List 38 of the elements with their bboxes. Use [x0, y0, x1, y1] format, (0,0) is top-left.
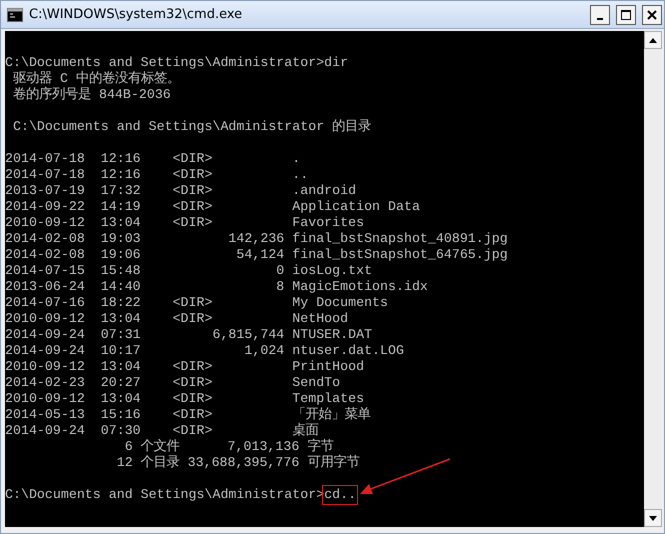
window-title: C:\WINDOWS\system32\cmd.exe: [29, 6, 244, 24]
console-line: 2014-07-15 15:48 0 iosLog.txt: [5, 263, 372, 279]
console-line: 12 个目录 33,688,395,776 可用字节: [116, 455, 360, 471]
console-line: 2014-09-24 07:30 <DIR> 桌面: [5, 423, 318, 438]
console-line: C:\Documents and Settings\Administrator 的目录: [12, 119, 372, 135]
up-arrow-icon: [649, 38, 657, 42]
console-line: 2010-09-12 13:04 <DIR> NetHood: [5, 311, 348, 327]
close-icon: [647, 10, 657, 20]
console-line: 2014-05-13 15:16 <DIR> 「开始」菜单: [5, 407, 370, 422]
console-line: 2014-07-18 12:16 <DIR> .: [5, 151, 300, 167]
close-button[interactable]: [642, 4, 662, 24]
console-line: 2014-07-16 18:22 <DIR> My Documents: [5, 295, 388, 311]
console-line: 2014-09-22 14:19 <DIR> Application Data: [5, 199, 420, 215]
down-arrow-icon: [649, 516, 657, 520]
console-line: 驱动器 C 中的卷没有标签。: [12, 71, 180, 86]
command-text: cd..: [324, 487, 356, 503]
console-line: 2014-02-08 19:06 54,124 final_bstSnapshot_64765.jpg: [5, 247, 508, 263]
console-line: 2013-06-24 14:40 8 MagicEmotions.idx: [5, 279, 428, 295]
console-line: 2014-09-24 07:31 6,815,744 NTUSER.DAT: [5, 327, 372, 343]
maximize-icon: [620, 8, 632, 20]
console-line: 2010-09-12 13:04 <DIR> Templates: [5, 391, 364, 407]
scroll-down-button[interactable]: [644, 509, 662, 527]
console-line: 2014-02-08 19:03 142,236 final_bstSnapshot_40891.jpg: [5, 231, 508, 247]
console-line: 6 个文件 7,013,136 字节: [124, 439, 334, 455]
console-line: 2014-07-18 12:16 <DIR> ..: [5, 167, 308, 183]
console-icon: [7, 8, 23, 22]
console-line: 2010-09-12 13:04 <DIR> PrintHood: [5, 359, 364, 375]
minimize-button[interactable]: [590, 4, 610, 24]
scrollbar[interactable]: [644, 31, 662, 527]
console-line: 卷的序列号是 844B-2036: [12, 87, 171, 103]
console-line: 2014-09-24 10:17 1,024 ntuser.dat.LOG: [5, 343, 404, 359]
console-line: 2013-07-19 17:32 <DIR> .android: [5, 183, 356, 199]
maximize-button[interactable]: [616, 4, 636, 24]
console-line: C:\Documents and Settings\Administrator>dir: [5, 55, 348, 70]
minimize-icon: [597, 18, 603, 20]
console-line: 2014-02-23 20:27 <DIR> SendTo: [5, 375, 340, 391]
scroll-up-button[interactable]: [644, 31, 662, 49]
console-line: 2010-09-12 13:04 <DIR> Favorites: [5, 215, 364, 231]
